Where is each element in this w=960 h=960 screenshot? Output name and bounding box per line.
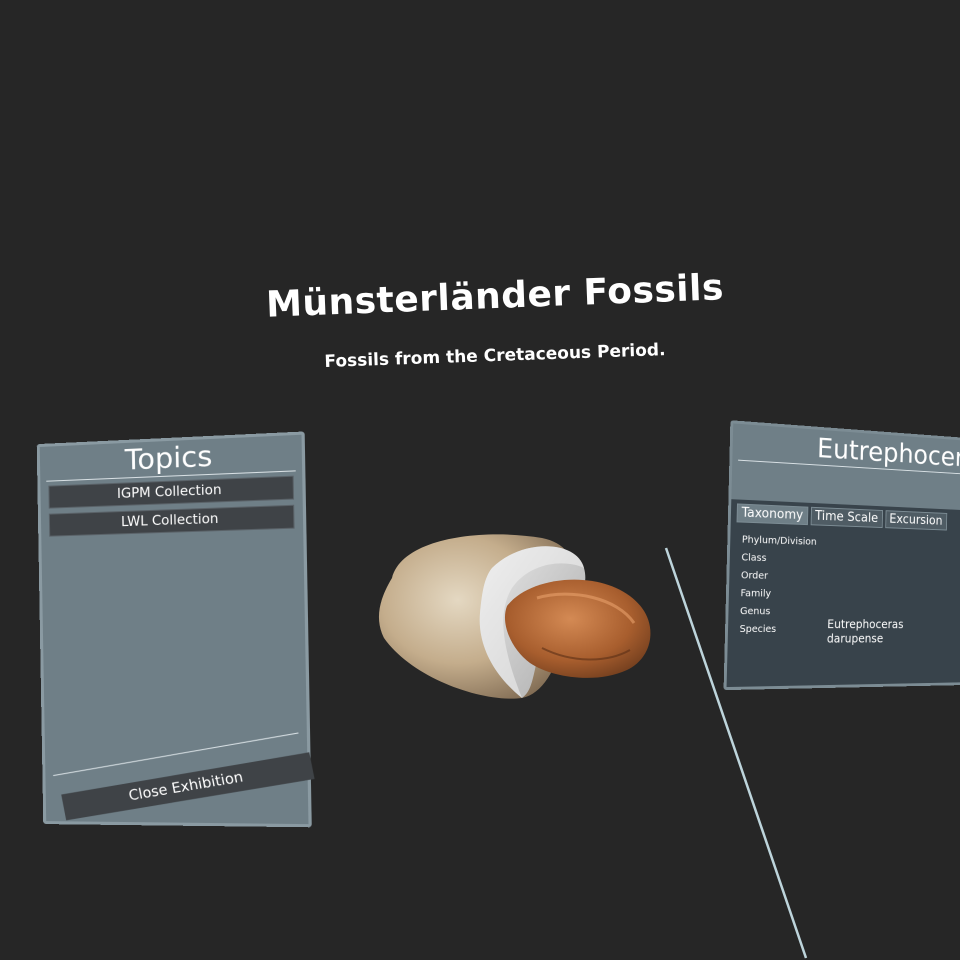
taxonomy-label-phylum: Phylum/Division <box>742 532 817 552</box>
species-value: Eutrephoceras darupense <box>827 618 915 647</box>
topics-panel: Topics IGPM Collection LWL Collection Cl… <box>37 431 312 827</box>
topic-igpm-collection-button[interactable]: IGPM Collection <box>48 476 294 509</box>
taxonomy-label-genus: Genus <box>740 603 815 621</box>
exhibition-subtitle: Fossils from the Cretaceous Period. <box>0 329 960 384</box>
taxonomy-label-family: Family <box>740 585 815 604</box>
tab-excursion[interactable]: Excursion <box>885 510 947 530</box>
specimen-title: Eutrephoceras darupense <box>817 432 960 482</box>
fossil-3d-model[interactable] <box>372 528 662 708</box>
tab-time-scale[interactable]: Time Scale <box>810 507 882 528</box>
topic-lwl-collection-button[interactable]: LWL Collection <box>49 505 295 537</box>
taxonomy-label-class: Class <box>741 549 816 569</box>
specimen-info-panel: Eutrephoceras darupense Taxonomy Time Sc… <box>724 420 960 690</box>
tab-taxonomy[interactable]: Taxonomy <box>737 503 808 525</box>
exhibition-title: Münsterländer Fossils <box>0 257 960 336</box>
vr-scene: Münsterländer Fossils Fossils from the C… <box>0 0 960 960</box>
info-panel-header: Eutrephoceras darupense <box>731 423 960 511</box>
taxonomy-label-species: Species <box>739 621 814 639</box>
taxonomy-list: Phylum/Division Class Order Family Genus… <box>739 532 817 639</box>
taxonomy-label-order: Order <box>741 567 816 586</box>
close-exhibition-button[interactable]: Close Exhibition <box>61 752 314 820</box>
